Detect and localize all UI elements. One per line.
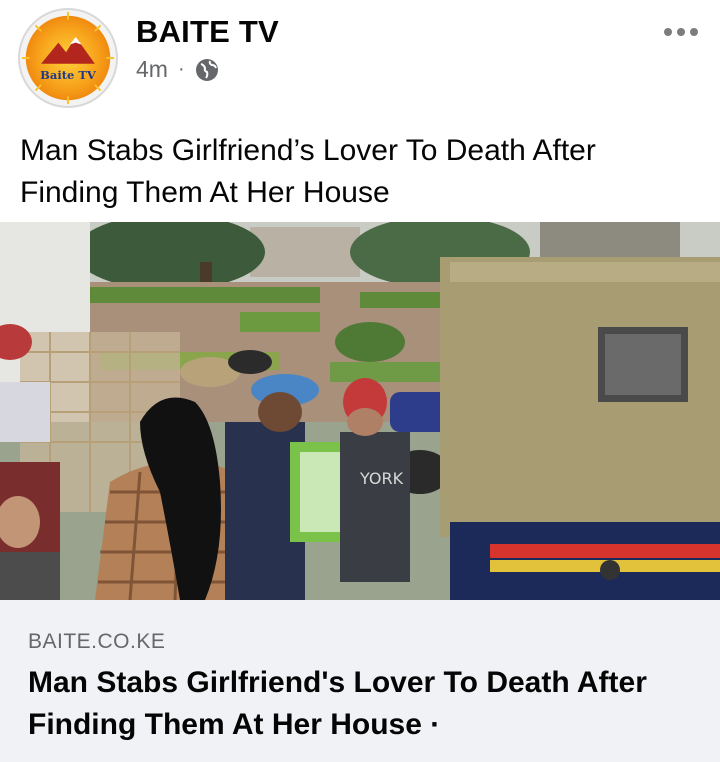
link-title[interactable]: Man Stabs Girlfriend's Lover To Death Af… <box>28 662 698 746</box>
page-avatar[interactable]: Baite TV <box>18 8 118 108</box>
post-meta: 4m · <box>136 56 219 83</box>
page-name[interactable]: BAITE TV <box>136 14 279 50</box>
baite-tv-logo: Baite TV <box>21 11 115 105</box>
link-domain: BAITE.CO.KE <box>28 630 166 653</box>
more-options-icon[interactable] <box>664 28 698 36</box>
photo-shirt-text: YORK <box>359 469 404 488</box>
meta-separator: · <box>177 58 185 80</box>
link-preview-image[interactable]: YORK <box>0 222 720 600</box>
avatar-text: Baite TV <box>40 68 97 82</box>
globe-icon <box>195 58 219 82</box>
post-header: Baite TV BAITE TV 4m · <box>0 0 720 120</box>
post-timestamp[interactable]: 4m <box>136 56 168 83</box>
news-photo: YORK <box>0 222 720 600</box>
link-preview[interactable]: BAITE.CO.KE Man Stabs Girlfriend's Lover… <box>0 600 720 762</box>
post-caption: Man Stabs Girlfriend’s Lover To Death Af… <box>20 134 596 209</box>
